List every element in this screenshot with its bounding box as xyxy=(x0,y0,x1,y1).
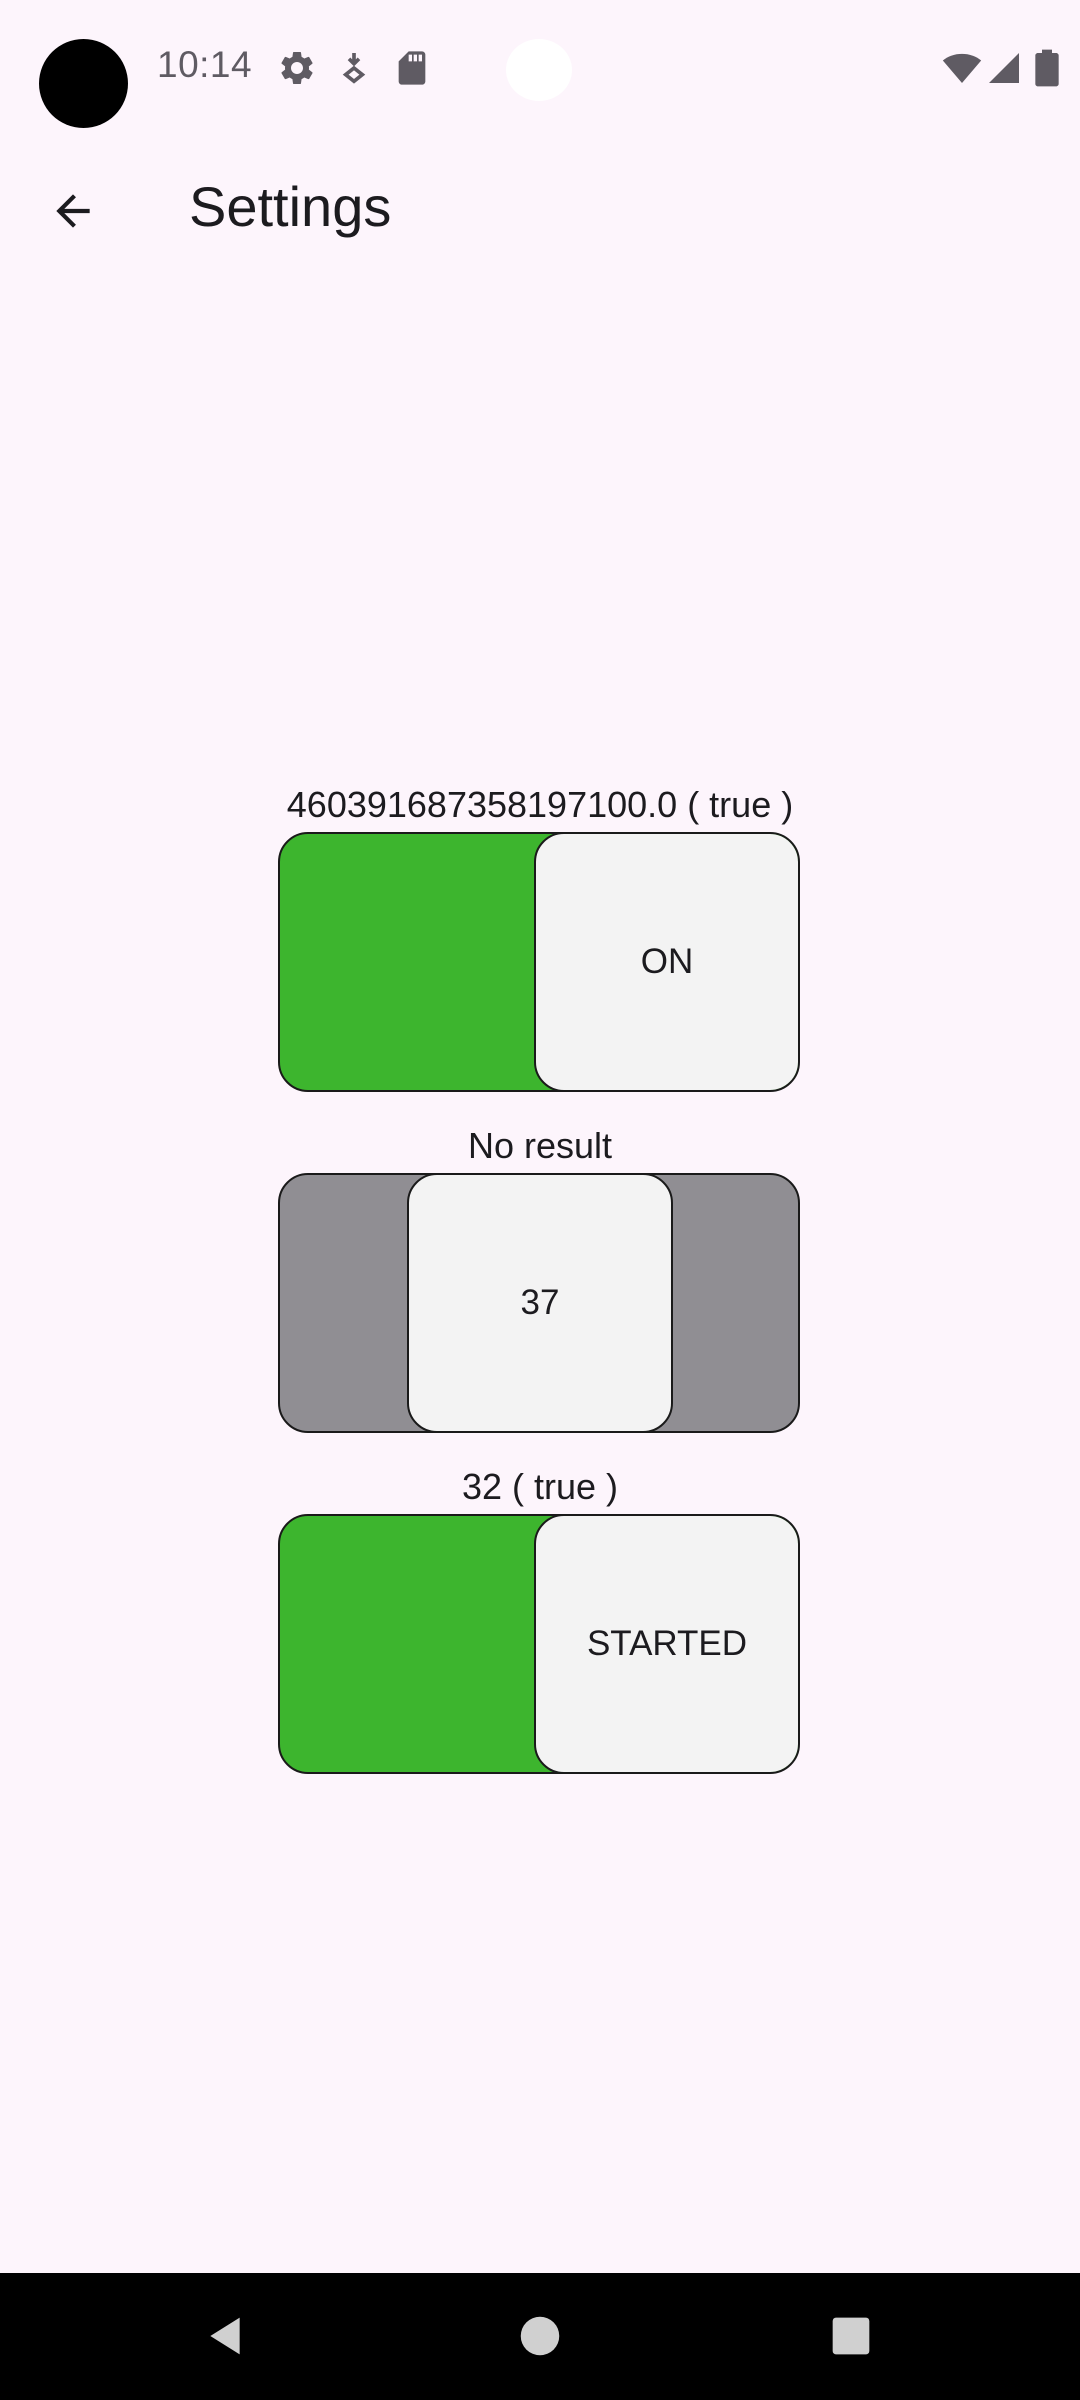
nav-recents-button[interactable] xyxy=(816,2301,886,2371)
switch-2-label: No result xyxy=(467,1125,613,1166)
navigation-bar xyxy=(0,2273,1080,2400)
switch-2-thumb: 37 xyxy=(407,1175,673,1431)
page-title: Settings xyxy=(189,175,392,238)
switch-3-thumb: STARTED xyxy=(534,1516,798,1772)
switch-1-toggle[interactable]: ON xyxy=(278,832,800,1092)
arrow-left-icon xyxy=(56,194,90,228)
app-bar: Settings xyxy=(0,148,1080,268)
switch-2-toggle[interactable]: 37 xyxy=(278,1173,800,1433)
status-bar: 10:14 xyxy=(0,0,1080,140)
status-time: 10:14 xyxy=(157,44,253,85)
front-camera xyxy=(506,39,572,101)
nav-home-button[interactable] xyxy=(505,2301,575,2371)
home-circle-icon xyxy=(520,2316,560,2356)
battery-icon xyxy=(1035,49,1059,87)
gear-icon xyxy=(281,51,313,84)
signal-icon xyxy=(989,53,1019,83)
back-triangle-icon xyxy=(210,2317,240,2355)
sd-card-icon xyxy=(398,51,426,85)
switch-3-toggle[interactable]: STARTED xyxy=(278,1514,800,1774)
back-button[interactable] xyxy=(30,168,116,254)
switch-3-label: 32 ( true ) xyxy=(461,1466,619,1507)
wifi-icon xyxy=(942,53,982,83)
recents-square-icon xyxy=(832,2317,870,2355)
nav-back-button[interactable] xyxy=(190,2301,260,2371)
download-icon xyxy=(342,53,366,84)
settings-screen: 10:14 Settings 460391687358197100.0 (tr… xyxy=(0,0,1080,2400)
camera-cutout xyxy=(39,39,128,128)
switch-1-thumb: ON xyxy=(534,834,798,1090)
switch-1-label: 460391687358197100.0 ( true ) xyxy=(286,784,794,825)
